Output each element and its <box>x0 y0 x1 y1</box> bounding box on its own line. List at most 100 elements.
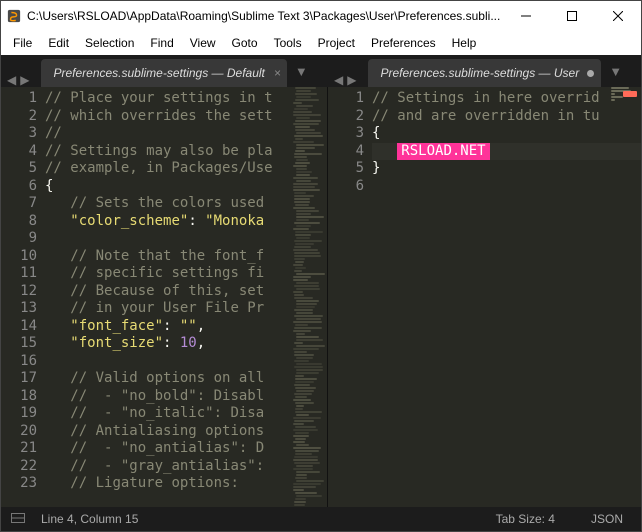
cursor-position[interactable]: Line 4, Column 15 <box>35 512 144 526</box>
tab-menu-button[interactable]: ▼ <box>287 64 316 79</box>
tab-size-selector[interactable]: Tab Size: 4 <box>478 512 573 526</box>
tab-label: Preferences.sublime-settings — Default <box>53 66 264 80</box>
line-number: 14 <box>1 318 45 336</box>
line-number: 2 <box>1 108 45 126</box>
code-line[interactable]: // <box>45 125 291 143</box>
tab-menu-button[interactable]: ▼ <box>601 64 630 79</box>
line-number: 10 <box>1 248 45 266</box>
code-line[interactable]: // and are overridden in tu <box>372 108 605 126</box>
menu-help[interactable]: Help <box>444 33 485 53</box>
tab-scroll-arrows[interactable]: ◀ ▶ <box>1 73 35 87</box>
code-line[interactable]: // - "no_antialias": D <box>45 440 291 458</box>
code-line[interactable]: "font_face": "", <box>45 318 291 336</box>
line-number: 5 <box>1 160 45 178</box>
code-line[interactable]: // in your User File Pr <box>45 300 291 318</box>
line-number: 18 <box>1 388 45 406</box>
menubar: FileEditSelectionFindViewGotoToolsProjec… <box>1 31 641 55</box>
code-line[interactable]: { <box>372 125 605 143</box>
line-number: 13 <box>1 300 45 318</box>
code-line[interactable]: // Settings in here overrid <box>372 90 605 108</box>
line-number: 15 <box>1 335 45 353</box>
tab-strip: ◀ ▶ Preferences.sublime-settings — Defau… <box>1 55 641 87</box>
line-number: 21 <box>1 440 45 458</box>
code-line[interactable]: // Settings may also be pla <box>45 143 291 161</box>
chevron-right-icon: ▶ <box>18 73 31 87</box>
dirty-indicator-icon <box>587 70 594 77</box>
line-number: 12 <box>1 283 45 301</box>
minimap[interactable] <box>609 87 641 507</box>
code-line[interactable]: // example, in Packages/Use <box>45 160 291 178</box>
code-line[interactable]: "color_scheme": "Monoka <box>45 213 291 231</box>
menu-find[interactable]: Find <box>142 33 181 53</box>
window-titlebar: C:\Users\RSLOAD\AppData\Roaming\Sublime … <box>1 1 641 31</box>
code-line[interactable]: // Place your settings in t <box>45 90 291 108</box>
code-line[interactable]: { <box>45 178 291 196</box>
gutter: 123456 <box>328 87 372 507</box>
code-line[interactable] <box>45 230 291 248</box>
line-number: 22 <box>1 458 45 476</box>
menu-view[interactable]: View <box>182 33 224 53</box>
line-number: 5 <box>328 160 372 178</box>
gutter: 1234567891011121314151617181920212223 <box>1 87 45 507</box>
code-line[interactable]: // Valid options on all <box>45 370 291 388</box>
syntax-selector[interactable]: JSON <box>573 512 641 526</box>
line-number: 6 <box>1 178 45 196</box>
console-toggle-button[interactable] <box>1 512 35 526</box>
line-number: 19 <box>1 405 45 423</box>
editor-pane-left[interactable]: 1234567891011121314151617181920212223 //… <box>1 87 328 507</box>
code-area[interactable]: // Settings in here overrid// and are ov… <box>372 87 605 507</box>
menu-project[interactable]: Project <box>310 33 363 53</box>
tab-scroll-arrows[interactable]: ◀ ▶ <box>328 73 362 87</box>
app-icon <box>1 9 27 23</box>
line-number: 17 <box>1 370 45 388</box>
code-line[interactable]: // Ligature options: <box>45 475 291 493</box>
chevron-left-icon: ◀ <box>5 73 18 87</box>
menu-selection[interactable]: Selection <box>77 33 142 53</box>
code-line[interactable]: // - "no_italic": Disa <box>45 405 291 423</box>
tab-close-icon[interactable]: × <box>274 66 281 80</box>
menu-tools[interactable]: Tools <box>266 33 310 53</box>
code-line[interactable]: } <box>372 160 605 178</box>
code-area[interactable]: // Place your settings in t// which over… <box>45 87 291 507</box>
menu-goto[interactable]: Goto <box>224 33 266 53</box>
minimap[interactable] <box>291 87 327 507</box>
code-line[interactable]: RSLOAD.NET <box>372 143 605 161</box>
code-line[interactable]: // Because of this, set <box>45 283 291 301</box>
code-line[interactable]: // specific settings fi <box>45 265 291 283</box>
code-line[interactable]: "font_size": 10, <box>45 335 291 353</box>
code-line[interactable] <box>45 353 291 371</box>
code-line[interactable]: // which overrides the sett <box>45 108 291 126</box>
window-title: C:\Users\RSLOAD\AppData\Roaming\Sublime … <box>27 9 503 23</box>
menu-preferences[interactable]: Preferences <box>363 33 444 53</box>
line-number: 9 <box>1 230 45 248</box>
status-bar: Line 4, Column 15 Tab Size: 4 JSON <box>1 507 641 531</box>
menu-file[interactable]: File <box>5 33 40 53</box>
maximize-button[interactable] <box>549 1 595 31</box>
code-line[interactable]: // - "gray_antialias": <box>45 458 291 476</box>
line-number: 6 <box>328 178 372 196</box>
line-number: 3 <box>1 125 45 143</box>
chevron-left-icon: ◀ <box>332 73 345 87</box>
line-number: 8 <box>1 213 45 231</box>
line-number: 16 <box>1 353 45 371</box>
editor-pane-right[interactable]: 123456 // Settings in here overrid// and… <box>328 87 641 507</box>
code-line[interactable] <box>372 178 605 196</box>
tab-preferences-user[interactable]: Preferences.sublime-settings — User <box>368 59 601 87</box>
line-number: 1 <box>328 90 372 108</box>
code-line[interactable]: // Sets the colors used <box>45 195 291 213</box>
close-button[interactable] <box>595 1 641 31</box>
tab-label: Preferences.sublime-settings — User <box>380 66 579 80</box>
code-line[interactable]: // Note that the font_f <box>45 248 291 266</box>
minimize-button[interactable] <box>503 1 549 31</box>
dirty-flag-icon <box>623 91 637 97</box>
tab-preferences-default[interactable]: Preferences.sublime-settings — Default × <box>41 59 286 87</box>
line-number: 11 <box>1 265 45 283</box>
line-number: 1 <box>1 90 45 108</box>
editor-area: 1234567891011121314151617181920212223 //… <box>1 87 641 507</box>
line-number: 3 <box>328 125 372 143</box>
code-line[interactable]: // - "no_bold": Disabl <box>45 388 291 406</box>
menu-edit[interactable]: Edit <box>40 33 77 53</box>
code-line[interactable]: // Antialiasing options <box>45 423 291 441</box>
line-number: 4 <box>1 143 45 161</box>
line-number: 23 <box>1 475 45 493</box>
